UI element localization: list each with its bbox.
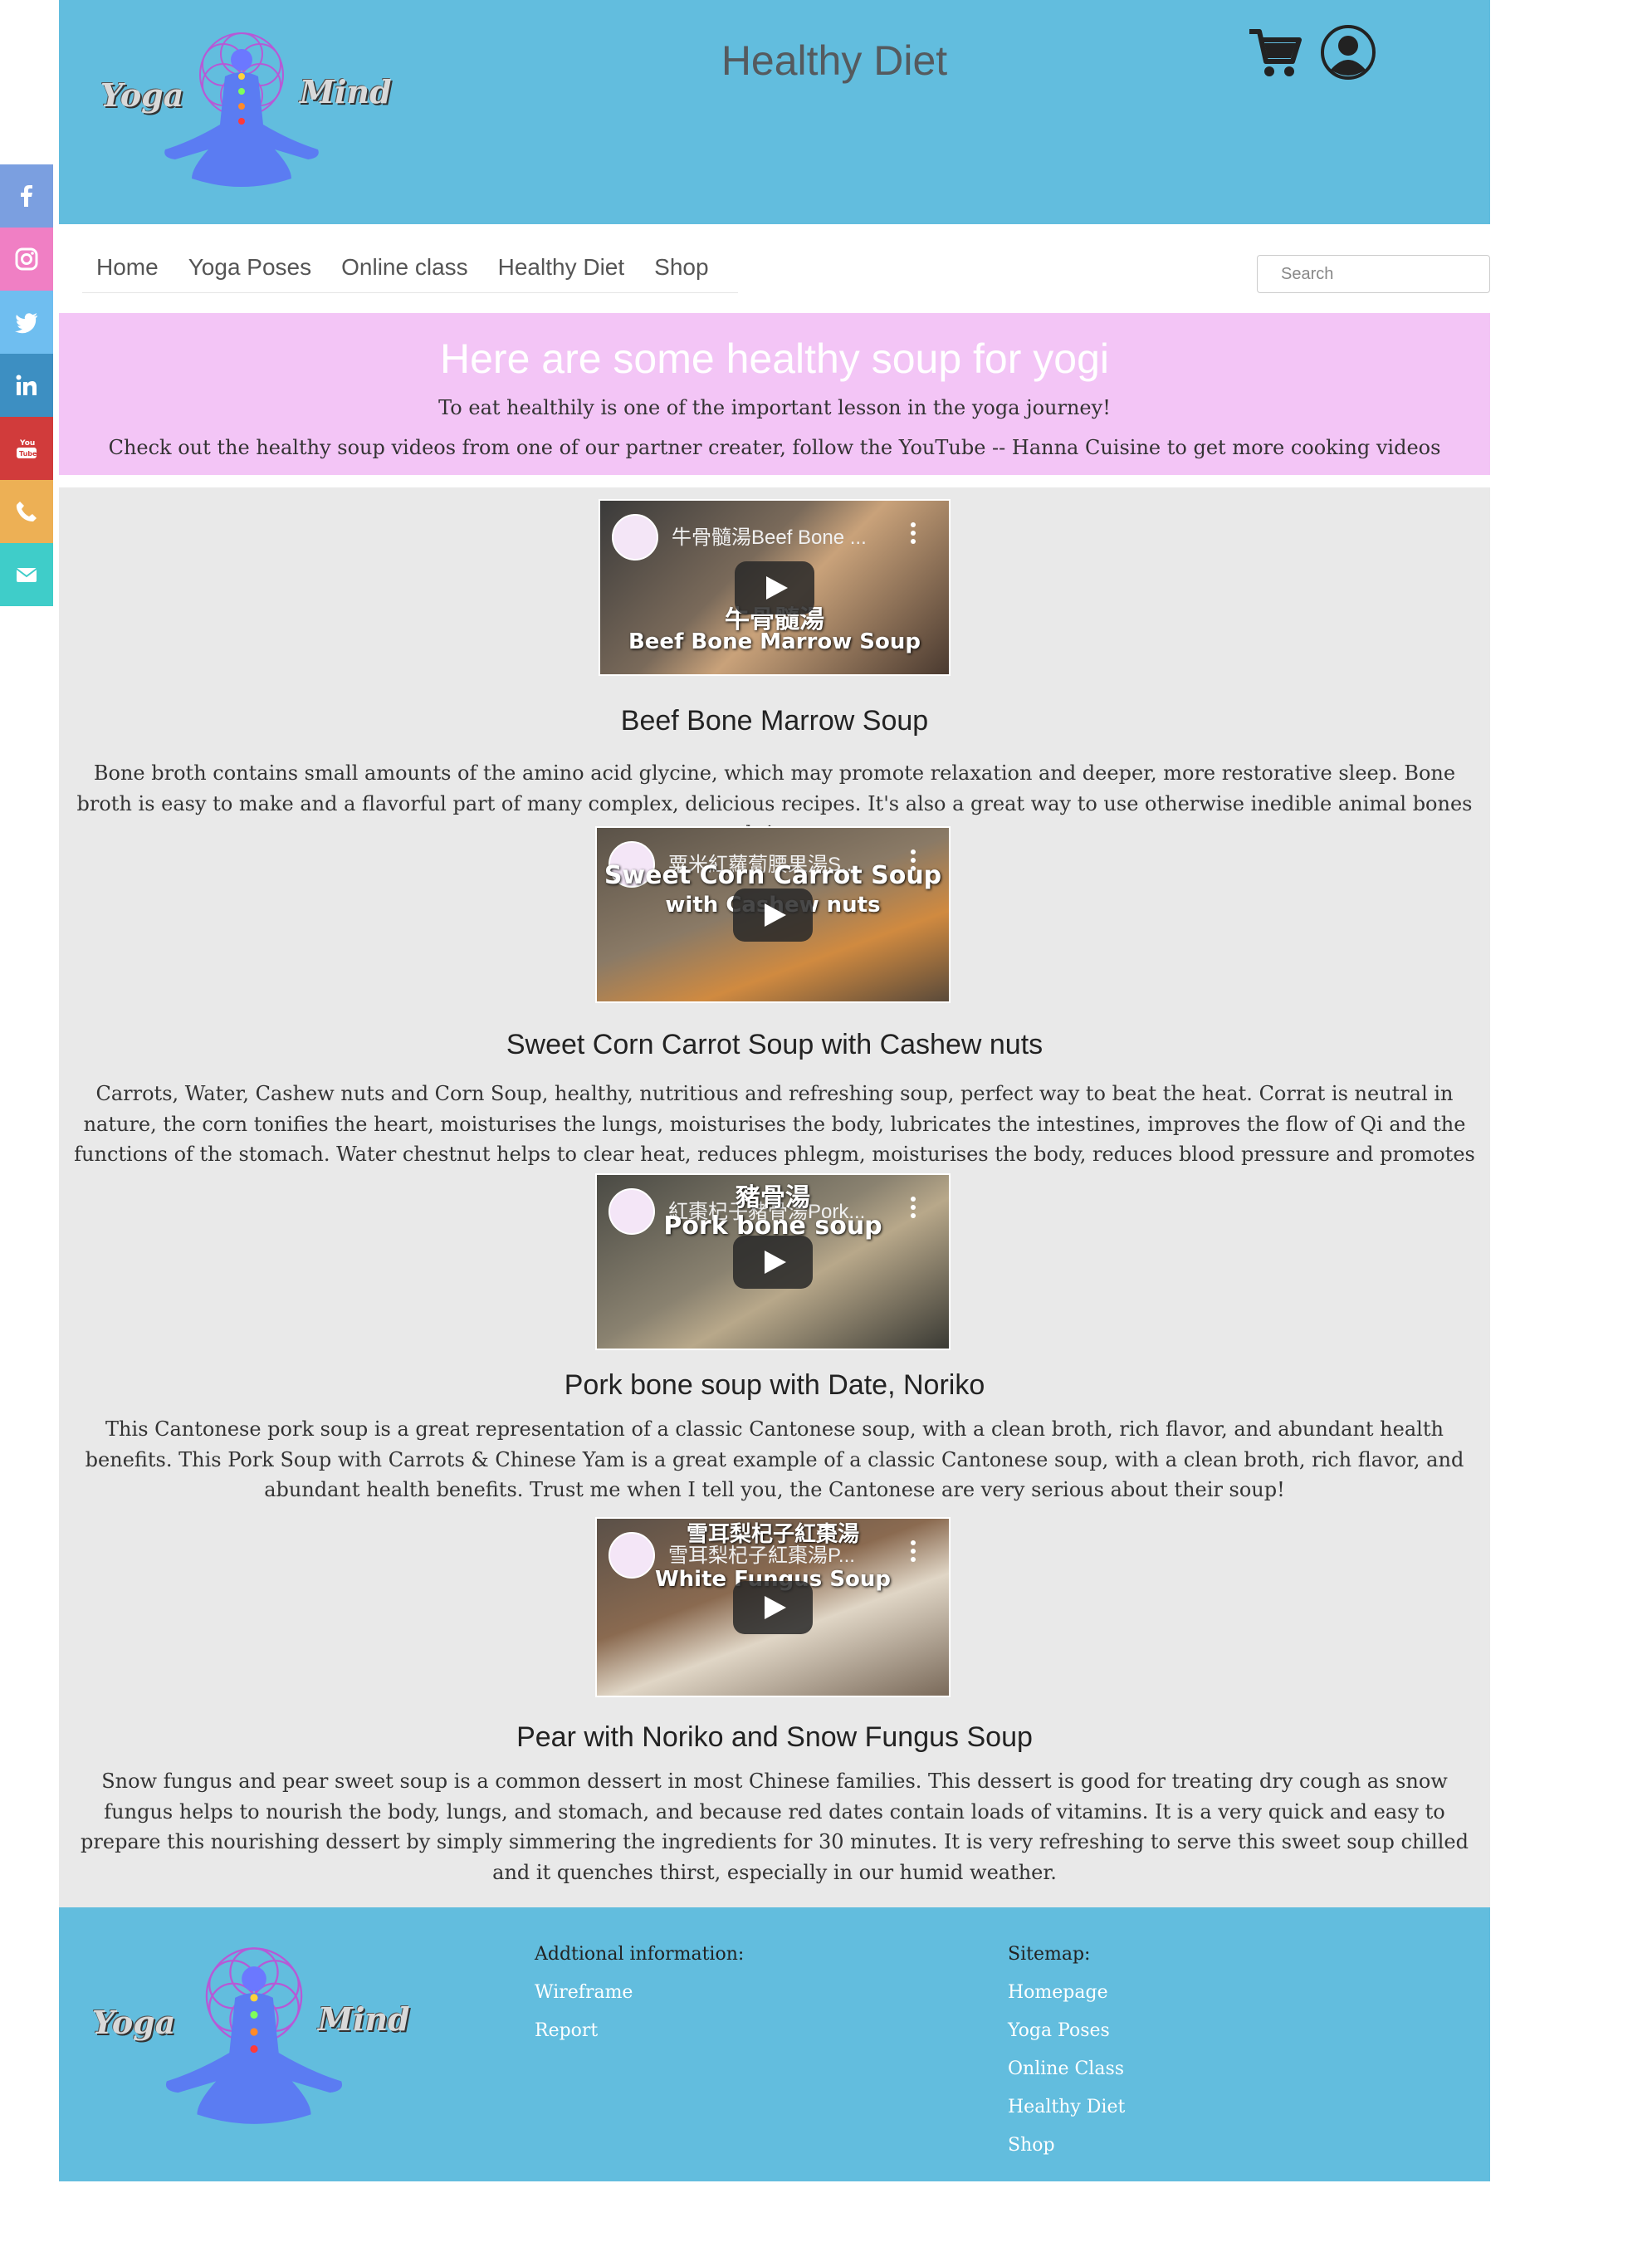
soup-list: 牛骨髓湯Beef Bone ... 牛骨髓湯 Beef Bone Marrow …	[59, 487, 1490, 1907]
video-embed[interactable]: 雪耳梨杞子紅棗湯P... 雪耳梨杞子紅棗湯 White Fungus Soup	[595, 1517, 951, 1697]
youtube-icon: You Tube	[17, 439, 37, 458]
intro-banner: Here are some healthy soup for yogi To e…	[59, 313, 1490, 475]
soup-title: Pear with Noriko and Snow Fungus Soup	[516, 1721, 1033, 1753]
nav-home[interactable]: Home	[82, 242, 174, 292]
footer-link-wireframe[interactable]: Wireframe	[535, 1982, 633, 2003]
search-input[interactable]	[1257, 255, 1490, 293]
email-button[interactable]	[0, 543, 53, 606]
play-icon[interactable]	[735, 560, 814, 614]
cart-icon[interactable]	[1246, 23, 1304, 81]
play-icon[interactable]	[733, 888, 813, 942]
youtube-button[interactable]: You Tube	[0, 417, 53, 480]
page-title: Healthy Diet	[721, 37, 948, 84]
video-embed[interactable]: 牛骨髓湯Beef Bone ... 牛骨髓湯 Beef Bone Marrow …	[599, 499, 951, 676]
linkedin-icon	[16, 374, 37, 395]
instagram-icon	[15, 247, 38, 271]
main-navigation: Home Yoga Poses Online class Healthy Die…	[59, 224, 1490, 311]
play-icon[interactable]	[733, 1235, 813, 1289]
video-caption-top: Sweet Corn Carrot Soup	[604, 861, 942, 890]
sitemap-link-online-class[interactable]: Online Class	[1008, 2058, 1124, 2079]
user-account-icon[interactable]	[1319, 23, 1377, 81]
sitemap-link-yoga-poses[interactable]: Yoga Poses	[1008, 2020, 1110, 2041]
banner-heading: Here are some healthy soup for yogi	[440, 335, 1109, 382]
logo-mind-text: Mind	[300, 73, 392, 110]
site-footer: Yoga Mind Addtional information: Wirefra…	[59, 1907, 1490, 2181]
soup-title: Pork bone soup with Date, Noriko	[564, 1369, 985, 1401]
instagram-button[interactable]	[0, 228, 53, 291]
phone-icon	[16, 502, 37, 521]
email-icon	[16, 568, 37, 582]
nav-bar: Home Yoga Poses Online class Healthy Die…	[82, 242, 738, 293]
linkedin-button[interactable]	[0, 354, 53, 417]
nav-online-class[interactable]: Online class	[327, 242, 484, 292]
video-title: 牛骨髓湯Beef Bone ...	[672, 526, 867, 549]
twitter-icon	[15, 313, 37, 334]
channel-avatar	[612, 514, 658, 560]
soup-description: This Cantonese pork soup is a great repr…	[85, 1417, 1464, 1501]
soup-description: Snow fungus and pear sweet soup is a com…	[81, 1770, 1469, 1884]
twitter-button[interactable]	[0, 291, 53, 354]
logo-yoga-text: Yoga	[100, 76, 184, 114]
sitemap-link-shop[interactable]: Shop	[1008, 2135, 1055, 2156]
nav-healthy-diet[interactable]: Healthy Diet	[484, 242, 641, 292]
footer-link-report[interactable]: Report	[535, 2020, 598, 2041]
yoga-mind-logo[interactable]: Yoga Mind	[100, 25, 392, 199]
nav-yoga-poses[interactable]: Yoga Poses	[174, 242, 327, 292]
video-caption-bottom: Beef Bone Marrow Soup	[628, 629, 921, 654]
social-sidebar: You Tube	[0, 164, 53, 606]
video-caption-top: 雪耳梨杞子紅棗湯	[686, 1522, 859, 1547]
site-header: Yoga Mind Healthy Diet	[59, 0, 1490, 224]
sitemap-link-healthy-diet[interactable]: Healthy Diet	[1008, 2097, 1125, 2117]
facebook-icon	[21, 185, 32, 207]
phone-button[interactable]	[0, 480, 53, 543]
footer-logo[interactable]: Yoga Mind	[92, 1939, 416, 2138]
svg-text:Tube: Tube	[19, 450, 37, 458]
sitemap-link-homepage[interactable]: Homepage	[1008, 1982, 1108, 2003]
more-options-icon[interactable]	[911, 522, 916, 544]
sitemap-label: Sitemap:	[1008, 1944, 1091, 1965]
soup-title: Beef Bone Marrow Soup	[620, 705, 929, 737]
svg-text:You: You	[19, 439, 35, 448]
video-caption-top: 豬骨湯	[736, 1183, 810, 1212]
logo-mind-text: Mind	[318, 2000, 410, 2038]
video-embed[interactable]: 粟米紅蘿蔔腰果湯S... Sweet Corn Carrot Soup with…	[595, 826, 951, 1003]
soup-title: Sweet Corn Carrot Soup with Cashew nuts	[506, 1029, 1043, 1060]
additional-info-label: Addtional information:	[535, 1944, 745, 1965]
banner-line-2: Check out the healthy soup videos from o…	[108, 436, 1441, 459]
banner-line-1: To eat healthily is one of the important…	[438, 396, 1111, 419]
video-embed[interactable]: 紅棗杞子豬骨湯Pork... 豬骨湯 Pork bone soup	[595, 1173, 951, 1350]
logo-yoga-text: Yoga	[92, 2004, 176, 2041]
nav-shop[interactable]: Shop	[640, 242, 724, 292]
facebook-button[interactable]	[0, 164, 53, 228]
play-icon[interactable]	[733, 1580, 813, 1634]
